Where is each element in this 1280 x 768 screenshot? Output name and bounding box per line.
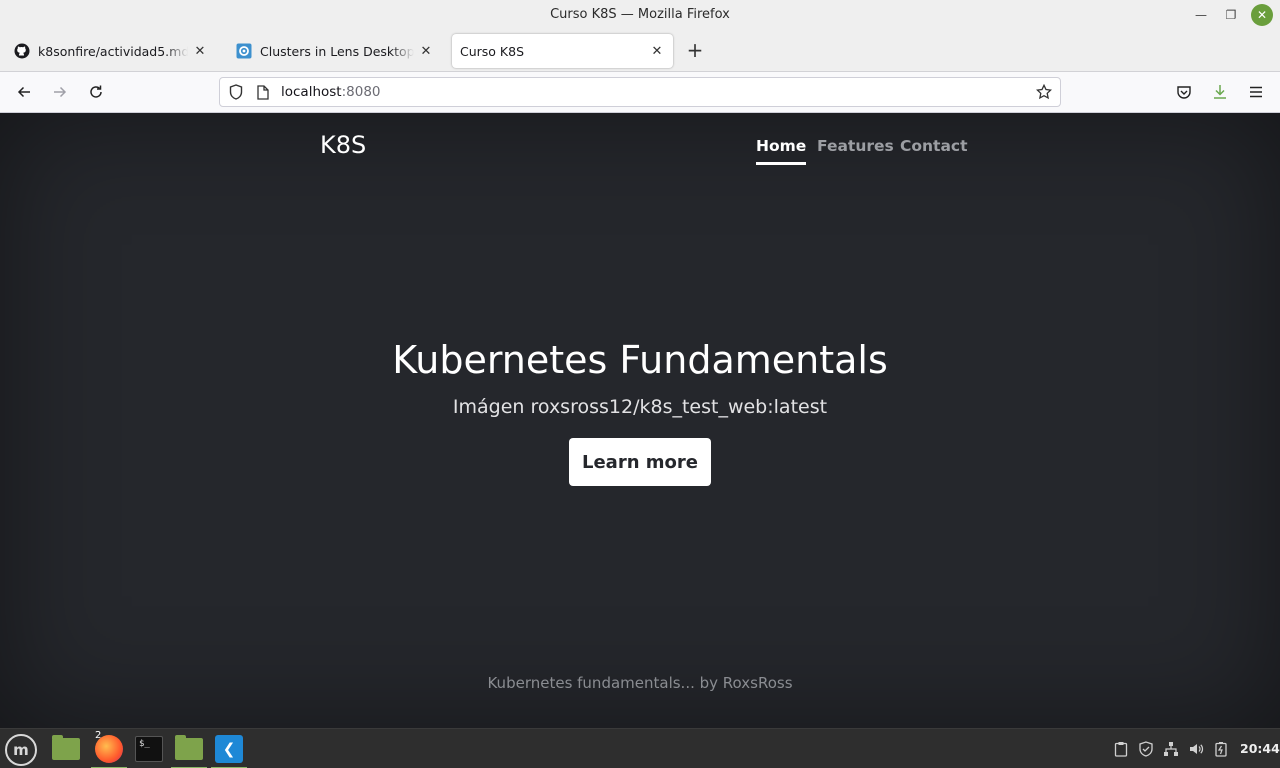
files-window[interactable]	[171, 732, 207, 768]
tab-curso-k8s[interactable]: Curso K8S ✕	[452, 34, 673, 68]
taskbar: m 2 $_ ❮ 20:44	[0, 728, 1280, 768]
nav-contact[interactable]: Contact	[900, 137, 968, 155]
files-launcher[interactable]	[48, 732, 84, 766]
terminal-launcher[interactable]: $_	[131, 732, 167, 766]
close-tab-icon[interactable]: ✕	[649, 43, 665, 59]
url-text: localhost:8080	[281, 84, 381, 100]
url-host: localhost	[281, 84, 342, 100]
site-brand[interactable]: K8S	[320, 131, 366, 159]
github-icon	[14, 43, 30, 59]
tab-label: Clusters in Lens Desktop - Lens	[260, 43, 414, 59]
web-page: K8S Home Features Contact Kubernetes Fun…	[0, 113, 1280, 728]
address-bar[interactable]: localhost:8080	[219, 77, 1061, 107]
downloads-icon[interactable]	[1208, 80, 1232, 104]
vscode-launcher[interactable]: ❮	[211, 732, 247, 768]
new-tab-icon[interactable]: +	[683, 38, 707, 62]
battery-icon[interactable]	[1212, 740, 1230, 758]
page-footer: Kubernetes fundamentals... by RoxsRoss	[487, 674, 793, 692]
tab-strip: k8sonfire/actividad5.md at main ✕ Cluste…	[0, 30, 1280, 72]
close-tab-icon[interactable]: ✕	[418, 43, 434, 59]
maximize-icon[interactable]: ❐	[1220, 4, 1242, 26]
vscode-icon: ❮	[215, 735, 243, 763]
nav-features[interactable]: Features	[817, 137, 894, 155]
network-icon[interactable]	[1162, 740, 1180, 758]
navigation-toolbar: localhost:8080	[0, 72, 1280, 113]
folder-icon	[175, 735, 203, 760]
hero-title: Kubernetes Fundamentals	[392, 338, 888, 382]
firefox-launcher[interactable]: 2	[91, 730, 127, 768]
mint-menu-icon[interactable]: m	[5, 734, 37, 766]
nav-home[interactable]: Home	[756, 137, 807, 165]
tab-github[interactable]: k8sonfire/actividad5.md at main ✕	[6, 34, 216, 68]
shield-icon[interactable]	[228, 84, 244, 100]
hamburger-menu-icon[interactable]	[1244, 80, 1268, 104]
window-titlebar: Curso K8S — Mozilla Firefox — ❐ ✕	[0, 0, 1280, 30]
clock[interactable]: 20:44	[1240, 741, 1280, 756]
terminal-icon: $_	[135, 736, 163, 762]
reload-icon[interactable]	[84, 80, 108, 104]
tab-label: Curso K8S	[460, 43, 525, 59]
url-port: :8080	[341, 84, 381, 100]
close-tab-icon[interactable]: ✕	[192, 43, 208, 59]
update-shield-icon[interactable]	[1137, 740, 1155, 758]
lens-icon	[236, 43, 252, 59]
forward-arrow-icon[interactable]	[48, 80, 72, 104]
tab-label: k8sonfire/actividad5.md at main	[38, 43, 188, 59]
window-count-badge: 2	[95, 730, 102, 741]
hero-subtitle: Imágen roxsross12/k8s_test_web:latest	[452, 396, 828, 418]
back-arrow-icon[interactable]	[12, 80, 36, 104]
clipboard-icon[interactable]	[1112, 740, 1130, 758]
page-info-icon[interactable]	[255, 84, 271, 100]
volume-icon[interactable]	[1187, 740, 1205, 758]
tab-lens[interactable]: Clusters in Lens Desktop - Lens ✕	[228, 34, 442, 68]
minimize-icon[interactable]: —	[1190, 4, 1212, 26]
folder-icon	[52, 735, 80, 760]
close-window-icon[interactable]: ✕	[1251, 4, 1273, 26]
window-title: Curso K8S — Mozilla Firefox	[550, 7, 730, 22]
bookmark-star-icon[interactable]	[1036, 84, 1052, 100]
pocket-icon[interactable]	[1172, 80, 1196, 104]
learn-more-button[interactable]: Learn more	[569, 438, 711, 486]
